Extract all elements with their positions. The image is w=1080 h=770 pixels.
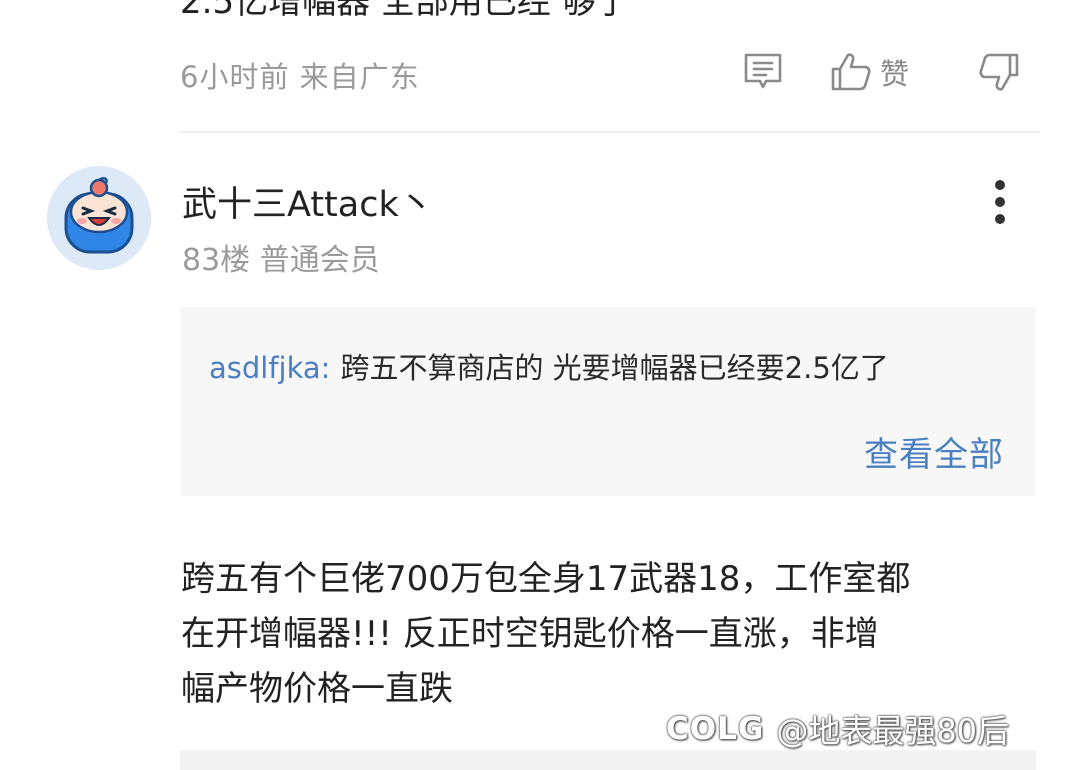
- cartoon-avatar-icon: [47, 166, 151, 270]
- like-label: 赞: [880, 57, 910, 91]
- quoted-author[interactable]: asdlfjka:: [209, 351, 330, 385]
- more-dots-icon: [995, 197, 1005, 207]
- previous-comment-text-cut: 2.5亿增幅器 全部用已经 够了: [180, 0, 630, 22]
- view-all-link[interactable]: 查看全部: [864, 427, 1004, 476]
- username[interactable]: 武十三Attack丶: [182, 176, 434, 227]
- reply-button[interactable]: [742, 50, 784, 94]
- quoted-reply-line: asdlfjka: 跨五不算商店的 光要增幅器已经要2.5亿了: [209, 345, 889, 387]
- quoted-text: 跨五不算商店的 光要增幅器已经要2.5亿了: [340, 351, 889, 385]
- thumbs-up-icon: [831, 53, 871, 91]
- watermark-handle: @地表最强80后: [776, 712, 1010, 750]
- comment-icon: [744, 53, 782, 89]
- watermark-logo: COLG: [666, 711, 765, 747]
- more-dots-icon: [995, 180, 1005, 190]
- floor-and-rank: 83楼 普通会员: [182, 243, 380, 278]
- dislike-button[interactable]: [978, 50, 1020, 94]
- quoted-reply-box[interactable]: asdlfjka: 跨五不算商店的 光要增幅器已经要2.5亿了 查看全部: [180, 307, 1036, 496]
- like-button[interactable]: 赞: [830, 50, 909, 94]
- more-dots-icon: [995, 214, 1005, 224]
- previous-comment-actions: 6小时前 来自广东 赞: [180, 50, 1040, 94]
- comment-time-location: 6小时前 来自广东: [180, 60, 420, 94]
- more-options-button[interactable]: [986, 178, 1016, 226]
- watermark: COLG @地表最强80后: [666, 704, 1009, 754]
- avatar[interactable]: [47, 166, 151, 270]
- comment-body-line: 跨五有个巨佬700万包全身17武器18，工作室都: [181, 559, 911, 599]
- comment-divider: [180, 131, 1040, 133]
- comment-body: 跨五有个巨佬700万包全身17武器18，工作室都 在开增幅器!!! 反正时空钥匙…: [181, 552, 1021, 717]
- comment-body-line: 在开增幅器!!! 反正时空钥匙价格一直涨，非增: [181, 614, 879, 654]
- thumbs-down-icon: [979, 53, 1019, 91]
